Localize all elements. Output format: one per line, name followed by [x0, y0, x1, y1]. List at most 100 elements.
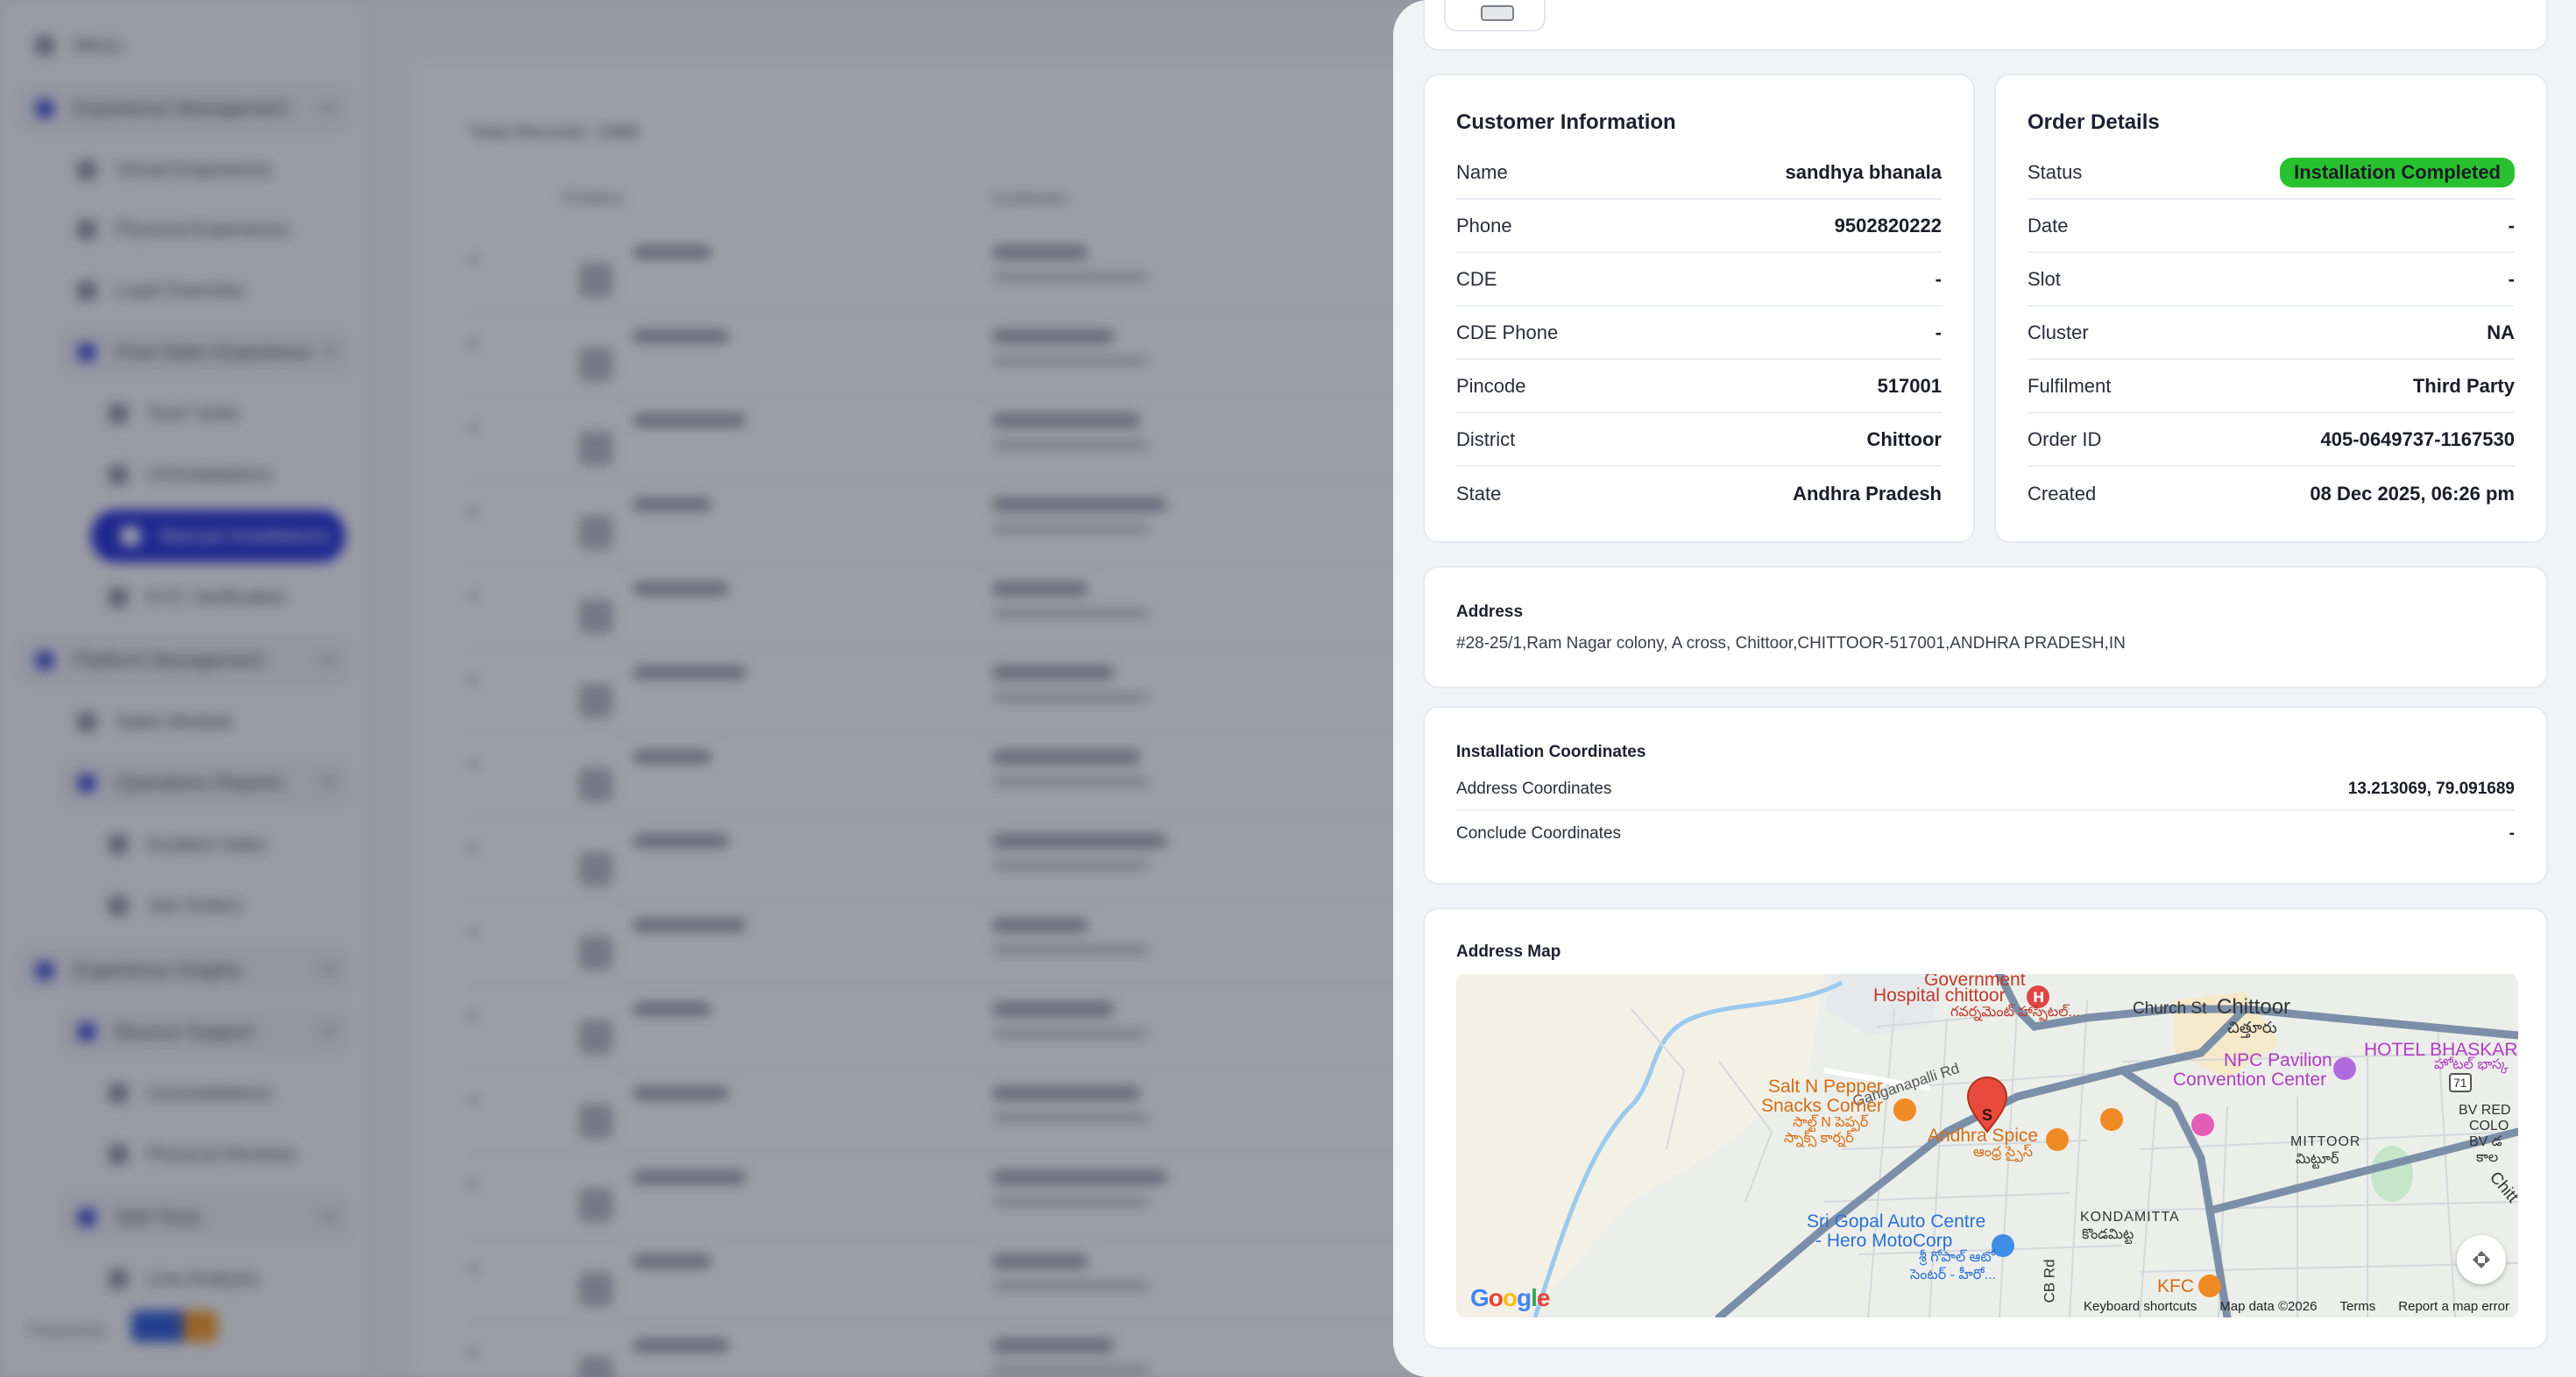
- customer-information-title: Customer Information: [1456, 110, 1676, 134]
- map-label: KFC: [2157, 1276, 2194, 1296]
- row-value: NA: [2487, 321, 2515, 343]
- customer-row-district: District Chittoor: [1456, 414, 1942, 467]
- map-label: కొండమిట్ట: [2082, 1227, 2134, 1242]
- row-value: 405-0649737-1167530: [2320, 428, 2515, 450]
- address-map-card: Address Map H Government Hospital chitto…: [1423, 907, 2548, 1349]
- map-label: సెంటర్ - హీరో...: [1910, 1268, 1997, 1282]
- venue-poi-icon: [2333, 1057, 2356, 1080]
- row-label: Cluster: [2028, 321, 2089, 343]
- map-label: చిత్తూరు: [2227, 1019, 2277, 1036]
- map-label: Snacks Corner: [1761, 1096, 1883, 1116]
- logo-letter: o: [1502, 1284, 1518, 1311]
- customer-row-pincode: Pincode 517001: [1456, 361, 1942, 413]
- logo-letter: g: [1517, 1284, 1532, 1311]
- row-label: Fulfilment: [2028, 375, 2112, 397]
- map-label: BV డ: [2469, 1134, 2502, 1149]
- customer-row-cde-phone: CDE Phone -: [1456, 307, 1942, 360]
- logo-letter: l: [1531, 1284, 1538, 1311]
- row-label: Pincode: [1456, 375, 1526, 397]
- svg-text:H: H: [2033, 989, 2044, 1006]
- row-value: -: [1935, 268, 1942, 290]
- logo-letter: o: [1488, 1284, 1504, 1311]
- customer-information-card: Customer Information Name sandhya bhanala…: [1423, 74, 1975, 543]
- hotel-poi-icon: [2191, 1113, 2214, 1136]
- google-map[interactable]: H Government Hospital chittoor గవర్నమెంట…: [1456, 974, 2518, 1317]
- map-label: శ్రీ గోపాల్ ఆటో: [1919, 1250, 1996, 1265]
- product-image: [1444, 0, 1546, 32]
- installation-coordinates-card: Installation Coordinates Address Coordin…: [1423, 706, 2548, 885]
- row-label: Phone: [1456, 215, 1512, 237]
- map-label: సాల్ట్ N పెప్పర్: [1793, 1115, 1869, 1130]
- map-label: HOTEL BHASKARA: [2364, 1040, 2518, 1060]
- map-label: ఆంధ్ర స్పైస్: [1973, 1145, 2033, 1160]
- restaurant-poi-icon: [2100, 1108, 2123, 1131]
- map-data-label: Map data ©2026: [2219, 1299, 2318, 1314]
- route-number: 71: [2453, 1076, 2467, 1090]
- installation-coordinates-title: Installation Coordinates: [1456, 743, 1646, 761]
- row-label: District: [1456, 428, 1516, 450]
- keyboard-shortcuts-link[interactable]: Keyboard shortcuts: [2084, 1299, 2197, 1314]
- row-value: sandhya bhanala: [1785, 161, 1942, 183]
- map-label: Salt N Pepper: [1768, 1077, 1883, 1097]
- logo-letter: e: [1536, 1284, 1551, 1311]
- row-label: Status: [2028, 161, 2083, 183]
- row-value: -: [2508, 268, 2515, 290]
- map-label: మిట్టూర్: [2296, 1152, 2339, 1167]
- marker-letter: S: [1982, 1106, 1993, 1124]
- row-label: Date: [2028, 215, 2069, 237]
- row-label: Name: [1456, 161, 1508, 183]
- map-label: Chittoor: [2217, 995, 2291, 1019]
- address-coordinates-row: Address Coordinates 13.213069, 79.091689: [1456, 769, 2515, 811]
- order-row-order-id: Order ID 405-0649737-1167530: [2028, 414, 2515, 467]
- order-row-cluster: Cluster NA: [2028, 307, 2515, 360]
- row-value: 517001: [1877, 375, 1942, 397]
- map-label: Andhra Spice: [1928, 1126, 2039, 1146]
- map-label: కాల: [2476, 1150, 2499, 1165]
- address-title: Address: [1456, 603, 1524, 621]
- customer-row-state: State Andhra Pradesh: [1456, 468, 1942, 520]
- order-row-created: Created 08 Dec 2025, 06:26 pm: [2028, 468, 2515, 520]
- restaurant-poi-icon: [2046, 1128, 2069, 1151]
- map-label: Sri Gopal Auto Centre: [1807, 1211, 1986, 1232]
- row-value: 13.213069, 79.091689: [2347, 780, 2515, 798]
- customer-row-cde: CDE -: [1456, 254, 1942, 307]
- row-value: -: [1935, 321, 1942, 343]
- product-card: [1423, 0, 2548, 51]
- order-detail-drawer: Customer Information Name sandhya bhanala…: [1393, 0, 2576, 1377]
- map-label: BV RED: [2459, 1103, 2511, 1118]
- row-value: -: [2509, 824, 2515, 843]
- map-label: KONDAMITTA: [2080, 1210, 2180, 1225]
- row-label: Order ID: [2028, 428, 2102, 450]
- map-label: - Hero MotoCorp: [1815, 1231, 1953, 1251]
- map-label: Church St: [2133, 999, 2207, 1018]
- map-label: Convention Center: [2173, 1070, 2327, 1090]
- address-map-title: Address Map: [1456, 943, 1561, 961]
- row-label: Address Coordinates: [1456, 780, 1612, 798]
- address-text: #28-25/1,Ram Nagar colony, A cross, Chit…: [1456, 634, 2126, 653]
- row-label: Conclude Coordinates: [1456, 824, 1622, 843]
- fullscreen-button[interactable]: [2457, 1235, 2506, 1284]
- order-row-slot: Slot -: [2028, 254, 2515, 307]
- report-map-error-link[interactable]: Report a map error: [2398, 1299, 2509, 1314]
- row-value: Third Party: [2412, 375, 2515, 397]
- device-icon: [1481, 5, 1514, 21]
- row-label: Created: [2028, 483, 2097, 505]
- terms-link[interactable]: Terms: [2339, 1299, 2375, 1314]
- row-label: CDE Phone: [1456, 321, 1559, 343]
- order-row-date: Date -: [2028, 201, 2515, 253]
- map-label: COLO: [2469, 1119, 2509, 1133]
- google-logo[interactable]: Google: [1470, 1284, 1551, 1312]
- map-label: MITTOOR: [2290, 1134, 2361, 1149]
- map-label: హోటల్ భాస్క: [2434, 1057, 2509, 1072]
- map-label: NPC Pavilion: [2224, 1050, 2332, 1070]
- restaurant-poi-icon: [1893, 1098, 1916, 1121]
- map-attribution: Keyboard shortcuts Map data ©2026 Terms …: [2084, 1299, 2509, 1314]
- customer-row-phone: Phone 9502820222: [1456, 201, 1942, 253]
- customer-row-name: Name sandhya bhanala: [1456, 147, 1942, 200]
- row-label: State: [1456, 483, 1502, 505]
- restaurant-poi-icon: [2198, 1275, 2221, 1297]
- fullscreen-icon: [2473, 1251, 2490, 1268]
- order-row-status: Status Installation Completed: [2028, 147, 2515, 200]
- order-row-fulfilment: Fulfilment Third Party: [2028, 361, 2515, 413]
- row-value: 9502820222: [1834, 215, 1942, 237]
